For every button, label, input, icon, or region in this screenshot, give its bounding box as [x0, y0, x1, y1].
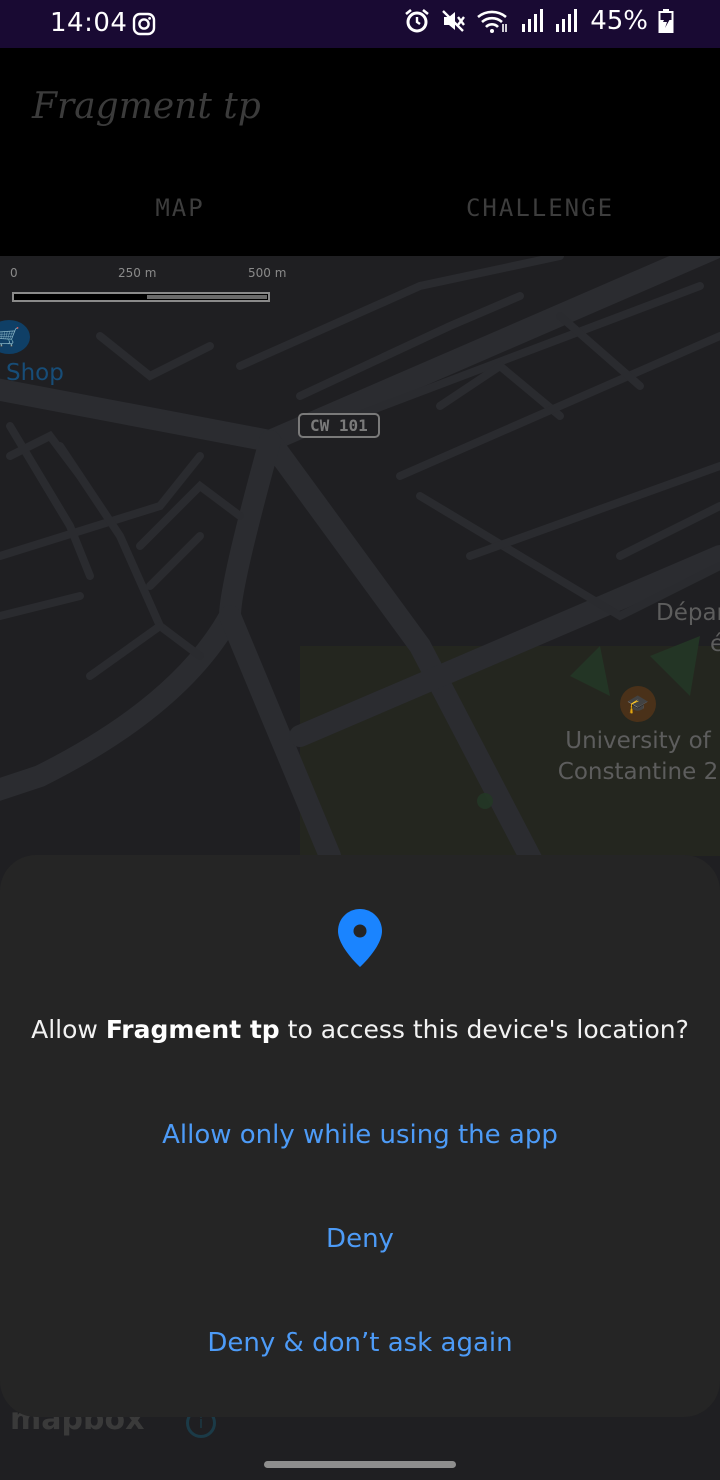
alarm-icon — [405, 8, 430, 33]
graduation-cap-icon[interactable]: 🎓 — [620, 686, 656, 722]
app-bar: Fragment tp MAP CHALLENGE — [0, 48, 720, 256]
status-time: 14:04 — [50, 8, 128, 38]
road-shield: CW 101 — [298, 413, 380, 438]
poi-label-shop: Shop — [6, 360, 64, 386]
status-icons: 45% — [404, 6, 674, 36]
deny-dont-ask-again-button[interactable]: Deny & don’t ask again — [0, 1328, 720, 1358]
dialog-message-prefix: Allow — [31, 1015, 106, 1044]
scale-label-start: 0 — [10, 266, 18, 280]
allow-while-using-button[interactable]: Allow only while using the app — [0, 1120, 720, 1150]
tab-challenge[interactable]: CHALLENGE — [360, 194, 720, 222]
signal-icon — [556, 9, 578, 32]
poi-label-university-line2: Constantine 2 — [557, 759, 719, 785]
poi-label-department-line1: Dépar — [656, 600, 720, 626]
poi-label-university-line1: University of — [565, 728, 711, 754]
app-title: Fragment tp — [32, 86, 261, 127]
mute-icon — [442, 10, 466, 32]
navigation-handle[interactable] — [264, 1461, 456, 1468]
wifi-icon — [477, 10, 508, 33]
tab-map[interactable]: MAP — [0, 194, 360, 222]
permission-dialog: Allow Fragment tp to access this device'… — [0, 855, 720, 1417]
deny-button[interactable]: Deny — [0, 1224, 720, 1254]
poi-label-department-line2: é — [710, 631, 720, 657]
dialog-app-name: Fragment tp — [105, 1015, 280, 1044]
dialog-message-suffix: to access this device's location? — [279, 1015, 689, 1044]
battery-percent: 45% — [590, 6, 648, 36]
scale-label-mid: 250 m — [118, 266, 157, 280]
dialog-message: Allow Fragment tp to access this device'… — [0, 1015, 720, 1044]
poi-label-university: University of Constantine 2 — [556, 726, 720, 788]
poi-label-department: Dépar é — [656, 598, 720, 660]
signal-icon — [522, 9, 544, 32]
scale-label-end: 500 m — [248, 266, 287, 280]
map-scale-bar — [12, 292, 270, 302]
instagram-icon — [132, 12, 156, 36]
location-pin-icon — [338, 909, 382, 967]
battery-icon — [658, 9, 674, 33]
status-bar: 14:04 45% — [0, 0, 720, 48]
